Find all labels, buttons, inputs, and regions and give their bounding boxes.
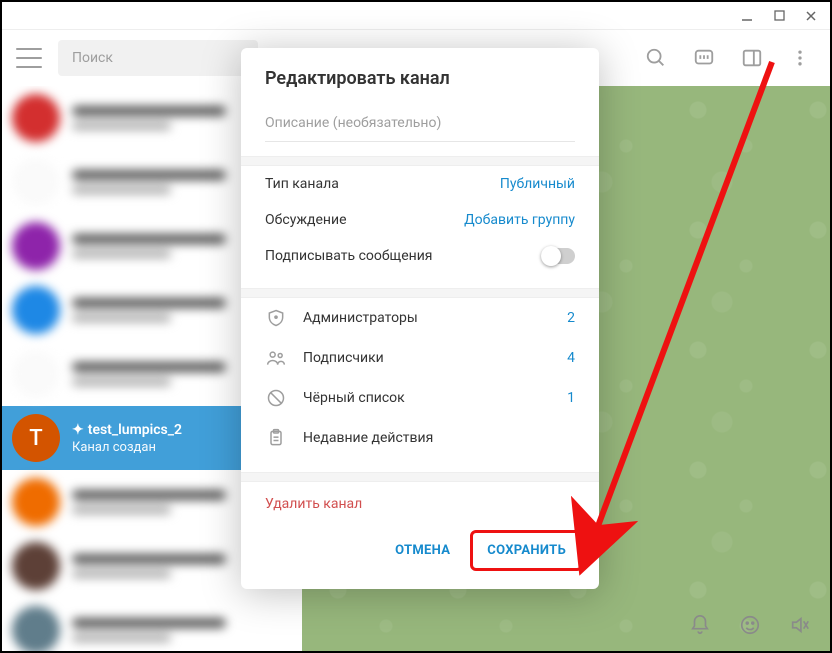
sign-messages-toggle[interactable] [541, 248, 575, 264]
discussion-row[interactable]: Обсуждение Добавить группу [241, 202, 599, 238]
search-icon[interactable] [640, 47, 672, 69]
window-maximize-button[interactable] [772, 9, 786, 23]
chat-title: test_lumpics_2 [88, 422, 182, 438]
administrators-row[interactable]: Администраторы 2 [241, 298, 599, 338]
admins-count: 2 [567, 310, 575, 326]
chat-list-item[interactable] [2, 598, 302, 651]
window-titlebar [2, 2, 830, 30]
clipboard-icon [265, 428, 287, 448]
blacklist-row[interactable]: Чёрный список 1 [241, 378, 599, 418]
row-label: Тип канала [265, 176, 339, 192]
discussion-value: Добавить группу [464, 212, 575, 228]
people-icon [265, 348, 287, 368]
window-close-button[interactable] [804, 9, 818, 23]
emoji-icon[interactable] [738, 613, 762, 637]
comments-icon[interactable] [688, 47, 720, 69]
ban-icon [265, 388, 287, 408]
sign-messages-row: Подписывать сообщения [241, 238, 599, 274]
blacklist-count: 1 [567, 390, 575, 406]
channel-type-row[interactable]: Тип канала Публичный [241, 166, 599, 202]
channel-type-value: Публичный [500, 176, 575, 192]
description-input[interactable]: Описание (необязательно) [265, 115, 575, 142]
window-minimize-button[interactable] [740, 9, 754, 23]
chat-input-bar [688, 613, 812, 637]
search-input[interactable]: Поиск [58, 40, 258, 76]
row-label: Обсуждение [265, 212, 347, 228]
row-label: Чёрный список [303, 390, 405, 406]
cancel-button[interactable]: ОТМЕНА [381, 530, 464, 571]
app-window: Поиск T ✦test_lumpics_2 Ка [0, 0, 832, 653]
channel-icon: ✦ [72, 422, 84, 438]
save-button[interactable]: СОХРАНИТЬ [470, 530, 583, 571]
mute-icon[interactable] [788, 613, 812, 637]
sidepanel-icon[interactable] [736, 47, 768, 69]
menu-button[interactable] [16, 48, 42, 68]
row-label: Подписчики [303, 350, 384, 366]
notifications-icon[interactable] [688, 613, 712, 637]
shield-icon [265, 308, 287, 328]
more-icon[interactable] [784, 48, 816, 68]
edit-channel-dialog: Редактировать канал Описание (необязател… [241, 48, 599, 589]
row-label: Подписывать сообщения [265, 248, 432, 264]
row-label: Недавние действия [303, 430, 433, 446]
avatar: T [12, 414, 60, 462]
row-label: Администраторы [303, 310, 418, 326]
subscribers-count: 4 [567, 350, 575, 366]
delete-channel-link[interactable]: Удалить канал [241, 482, 599, 518]
recent-actions-row[interactable]: Недавние действия [241, 418, 599, 458]
dialog-title: Редактировать канал [241, 48, 599, 99]
subscribers-row[interactable]: Подписчики 4 [241, 338, 599, 378]
